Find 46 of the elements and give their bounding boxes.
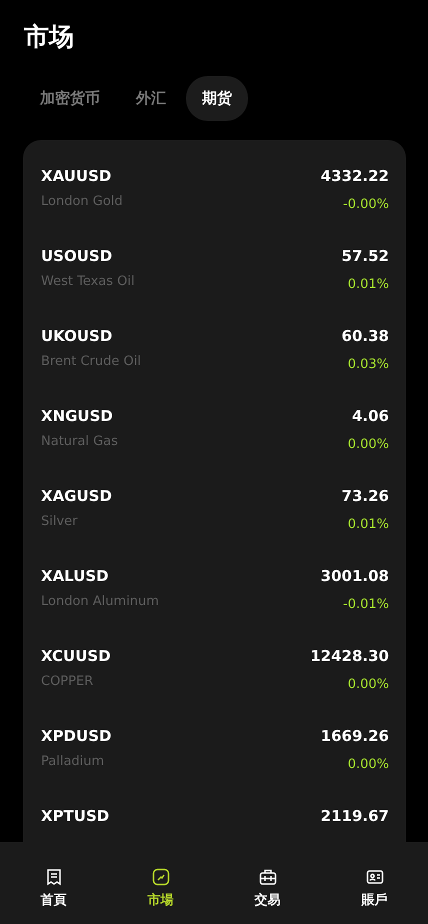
price-text: 1669.26 xyxy=(320,727,389,745)
price-text: 2119.67 xyxy=(320,807,389,825)
instrument-name: Silver xyxy=(41,514,78,529)
symbol-text[interactable]: XCUUSD xyxy=(41,647,111,665)
price-text: 12428.30 xyxy=(310,647,389,665)
id-card-icon xyxy=(366,868,384,886)
change-percent: 0.01% xyxy=(348,277,389,292)
symbol-text[interactable]: XNGUSD xyxy=(41,407,113,425)
instrument-name: London Gold xyxy=(41,194,123,209)
nav-tab[interactable]: 賬戶 xyxy=(321,842,428,924)
change-percent: 0.00% xyxy=(348,757,389,772)
nav-tab[interactable]: 交易 xyxy=(214,842,321,924)
price-text: 73.26 xyxy=(342,487,389,505)
instrument-name: Palladium xyxy=(41,754,104,769)
receipt-icon xyxy=(44,868,62,886)
change-percent: 0.01% xyxy=(348,517,389,532)
page-title: 市场 xyxy=(23,21,75,53)
nav-tab[interactable]: 市場 xyxy=(107,842,214,924)
change-percent: 0.00% xyxy=(348,677,389,692)
change-percent: 0.00% xyxy=(348,437,389,452)
price-text: 60.38 xyxy=(342,327,389,345)
instrument-name: London Aluminum xyxy=(41,594,159,609)
symbol-text[interactable]: XAGUSD xyxy=(41,487,112,505)
category-tab[interactable]: 加密货币 xyxy=(24,76,116,121)
symbol-text[interactable]: XPTUSD xyxy=(41,807,110,825)
price-text: 3001.08 xyxy=(320,567,389,585)
category-tab[interactable]: 外汇 xyxy=(120,76,182,121)
nav-tab[interactable]: 首頁 xyxy=(0,842,107,924)
instrument-name: COPPER xyxy=(41,674,94,689)
change-percent: -0.00% xyxy=(343,197,389,212)
instrument-name: West Texas Oil xyxy=(41,274,135,289)
symbol-text[interactable]: XALUSD xyxy=(41,567,109,585)
symbol-text[interactable]: XAUUSD xyxy=(41,167,112,185)
change-percent: 0.03% xyxy=(348,357,389,372)
price-text: 57.52 xyxy=(342,247,389,265)
instrument-name: Brent Crude Oil xyxy=(41,354,141,369)
change-percent: -0.01% xyxy=(343,597,389,612)
category-tab[interactable]: 期货 xyxy=(186,76,248,121)
symbol-text[interactable]: UKOUSD xyxy=(41,327,112,345)
price-text: 4.06 xyxy=(352,407,389,425)
briefcase-icon xyxy=(258,868,276,886)
symbol-text[interactable]: USOUSD xyxy=(41,247,112,265)
instrument-name: Natural Gas xyxy=(41,434,118,449)
price-text: 4332.22 xyxy=(320,167,389,185)
symbol-text[interactable]: XPDUSD xyxy=(41,727,112,745)
chart-icon xyxy=(152,868,170,886)
